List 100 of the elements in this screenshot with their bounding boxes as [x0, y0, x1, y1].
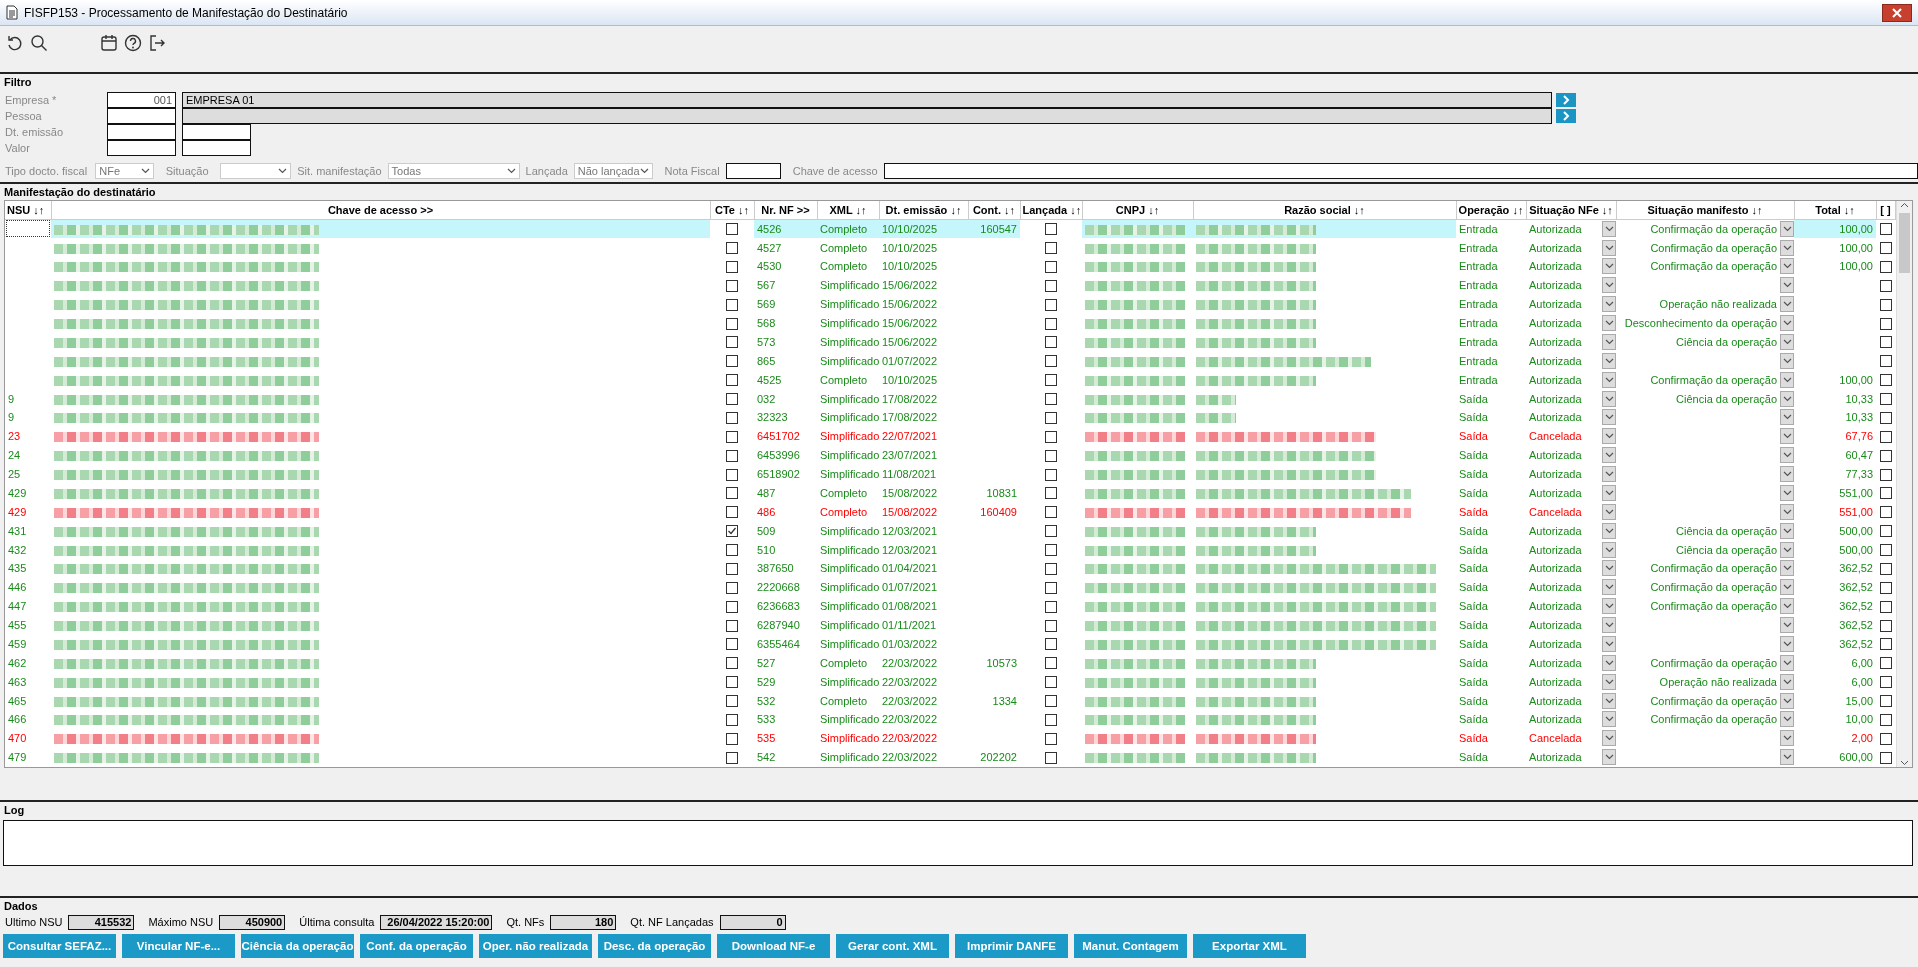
dropdown-button[interactable] — [1780, 239, 1794, 256]
checkbox[interactable] — [726, 279, 738, 292]
search-icon[interactable] — [30, 34, 48, 52]
dropdown-button[interactable] — [1602, 522, 1616, 539]
checkbox[interactable] — [1879, 676, 1892, 689]
checkbox[interactable] — [1045, 525, 1057, 538]
checkbox[interactable] — [726, 544, 738, 557]
checkbox[interactable] — [1879, 713, 1892, 726]
checkbox[interactable] — [726, 336, 738, 349]
dropdown[interactable]: Todas — [387, 163, 520, 179]
refresh-icon[interactable] — [6, 34, 24, 52]
checkbox[interactable] — [1879, 638, 1892, 651]
dropdown-button[interactable] — [1602, 315, 1616, 331]
dropdown-button[interactable] — [1602, 711, 1616, 728]
checkbox[interactable] — [1045, 374, 1057, 387]
checkbox[interactable] — [1045, 657, 1057, 670]
dropdown-button[interactable] — [1780, 315, 1794, 331]
column-header[interactable]: Cont. ↓↑ — [968, 201, 1020, 220]
checkbox[interactable] — [1045, 393, 1057, 406]
input-field[interactable] — [182, 108, 1552, 124]
checkbox[interactable] — [1045, 279, 1057, 292]
checkbox[interactable] — [726, 374, 738, 387]
checkbox[interactable] — [1045, 430, 1057, 443]
checkbox[interactable] — [1045, 223, 1057, 236]
chevron-down-icon[interactable] — [1899, 759, 1909, 767]
input-field[interactable] — [883, 163, 1918, 179]
checkbox[interactable] — [1045, 713, 1057, 726]
dropdown-button[interactable] — [1602, 617, 1616, 633]
checkbox[interactable] — [1879, 411, 1892, 424]
checkbox[interactable] — [1879, 260, 1892, 273]
calendar-icon[interactable] — [100, 34, 118, 52]
checkbox[interactable] — [1879, 506, 1892, 519]
checkbox[interactable] — [1879, 562, 1892, 575]
input-field[interactable] — [182, 140, 251, 156]
scrollbar-thumb[interactable] — [1898, 213, 1910, 273]
lookup-button[interactable] — [1556, 109, 1576, 123]
checkbox[interactable] — [1045, 355, 1057, 368]
input-field[interactable]: EMPRESA 01 — [182, 92, 1552, 108]
dropdown-button[interactable] — [1780, 503, 1794, 520]
dropdown-button[interactable] — [1780, 390, 1794, 407]
dropdown-button[interactable] — [1602, 654, 1616, 671]
checkbox[interactable] — [1045, 581, 1057, 594]
dropdown-button[interactable] — [1602, 673, 1616, 690]
checkbox[interactable] — [1879, 468, 1892, 481]
checkbox[interactable] — [1045, 732, 1057, 745]
checkbox[interactable] — [1879, 430, 1892, 443]
checkbox[interactable] — [726, 619, 738, 632]
checkbox[interactable] — [1879, 279, 1892, 292]
dropdown-button[interactable] — [1602, 239, 1616, 256]
checkbox[interactable] — [1045, 487, 1057, 500]
dropdown-button[interactable] — [1780, 466, 1794, 482]
column-header[interactable]: Situação manifesto ↓↑ — [1616, 201, 1794, 220]
checkbox[interactable] — [1879, 525, 1892, 538]
checkbox[interactable] — [1045, 411, 1057, 424]
dropdown-button[interactable] — [1780, 258, 1794, 275]
dropdown-button[interactable] — [1602, 560, 1616, 577]
checkbox[interactable] — [1045, 449, 1057, 462]
checkbox[interactable] — [1045, 544, 1057, 557]
dropdown[interactable]: Não lançada — [573, 163, 653, 179]
dropdown[interactable]: NFe — [95, 163, 154, 179]
help-icon[interactable] — [124, 34, 142, 52]
dropdown-button[interactable] — [1780, 277, 1794, 294]
input-field[interactable] — [107, 124, 176, 140]
checkbox[interactable] — [1045, 317, 1057, 330]
checkbox[interactable] — [726, 298, 738, 311]
input-field[interactable]: 001 — [107, 92, 176, 108]
checkbox[interactable] — [726, 393, 738, 406]
dropdown-button[interactable] — [1780, 749, 1794, 766]
dropdown-button[interactable] — [1602, 541, 1616, 558]
close-button[interactable] — [1882, 3, 1912, 22]
dropdown-button[interactable] — [1602, 258, 1616, 275]
checkbox[interactable] — [1045, 676, 1057, 689]
checkbox[interactable] — [726, 260, 738, 273]
checkbox[interactable] — [726, 506, 738, 519]
dropdown-button[interactable] — [1602, 484, 1616, 501]
checkbox[interactable] — [726, 468, 738, 481]
dropdown-button[interactable] — [1780, 484, 1794, 501]
column-header[interactable]: Razão social ↓↑ — [1193, 201, 1456, 220]
checkbox[interactable] — [726, 562, 738, 575]
checkbox[interactable] — [1045, 638, 1057, 651]
dropdown-button[interactable] — [1602, 749, 1616, 766]
checkbox[interactable] — [1045, 695, 1057, 708]
checkbox[interactable] — [726, 317, 738, 330]
checkbox[interactable] — [726, 676, 738, 689]
checkbox[interactable] — [1045, 619, 1057, 632]
checkbox[interactable] — [1045, 506, 1057, 519]
dropdown-button[interactable] — [1602, 692, 1616, 709]
dropdown-button[interactable] — [1780, 598, 1794, 615]
column-header[interactable]: [ ] — [1876, 201, 1895, 220]
checkbox[interactable] — [1879, 695, 1892, 708]
dropdown-button[interactable] — [1780, 296, 1794, 313]
input-field[interactable] — [107, 140, 176, 156]
dropdown-button[interactable] — [1780, 409, 1794, 426]
dropdown-button[interactable] — [1780, 635, 1794, 652]
checkbox[interactable] — [726, 355, 738, 368]
dropdown-button[interactable] — [1602, 579, 1616, 596]
checkbox[interactable] — [726, 242, 738, 255]
checkbox[interactable] — [726, 525, 738, 538]
checkbox[interactable] — [726, 430, 738, 443]
dropdown-button[interactable] — [1780, 428, 1794, 445]
